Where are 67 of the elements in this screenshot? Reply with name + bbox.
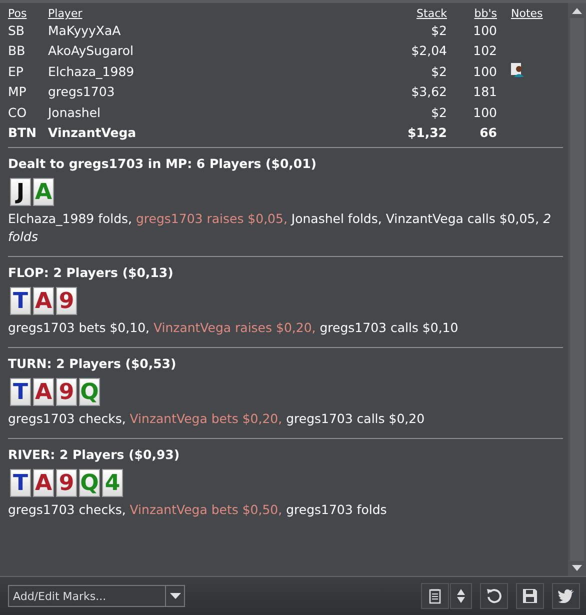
action-line: gregs1703 checks, VinzantVega bets $0,20, gregs1703 calls $0,20 xyxy=(8,410,426,428)
player-name: Elchaza_1989 xyxy=(48,64,134,79)
playing-card: 9 xyxy=(56,469,77,497)
action-line: gregs1703 bets $0,10, VinzantVega raises $0,20, gregs1703 calls $0,10 xyxy=(8,319,460,337)
column-header[interactable]: bb's xyxy=(474,7,497,20)
playing-card: Q xyxy=(79,378,100,406)
up-down-icon xyxy=(457,589,465,603)
playing-card: T xyxy=(10,469,31,497)
playing-card: 9 xyxy=(56,378,77,406)
position-label: CO xyxy=(8,104,27,120)
big-blinds-count: 102 xyxy=(473,43,497,58)
player-name: gregs1703 xyxy=(48,84,115,100)
playing-card: 9 xyxy=(56,287,77,315)
action-line: gregs1703 checks, VinzantVega bets $0,50, gregs1703 folds xyxy=(8,501,388,519)
position-label: BTN xyxy=(8,125,37,140)
scrollbar[interactable] xyxy=(568,3,586,576)
stack-amount: $2 xyxy=(431,104,447,120)
column-header[interactable]: Pos xyxy=(8,7,27,20)
playing-card: A xyxy=(33,178,54,206)
scroll-down-icon[interactable] xyxy=(572,565,582,571)
big-blinds-count: 100 xyxy=(473,104,497,120)
column-header[interactable]: Notes xyxy=(511,7,543,20)
playing-card: A xyxy=(33,287,54,315)
note-person-icon[interactable] xyxy=(511,62,525,77)
street-heading: FLOP: 2 Players ($0,13) xyxy=(8,265,174,280)
caret-icon xyxy=(170,593,180,599)
marks-field[interactable]: Add/Edit Marks... xyxy=(9,586,165,606)
playing-card: A xyxy=(33,378,54,406)
player-name: MaKyyyXaA xyxy=(48,22,121,38)
action-line: Elchaza_1989 folds, gregs1703 raises $0,05, Jonashel folds, VinzantVega calls $0,05, 2 folds xyxy=(8,210,552,246)
bird-icon xyxy=(558,589,574,603)
position-label: BB xyxy=(8,43,26,58)
street-heading: TURN: 2 Players ($0,53) xyxy=(8,356,178,371)
position-label: MP xyxy=(8,84,26,100)
player-name: AkoAySugarol xyxy=(48,43,134,58)
scroll-up-icon[interactable] xyxy=(572,8,582,14)
notepad-icon xyxy=(429,588,441,604)
playing-card: Q xyxy=(79,469,100,497)
playing-card: A xyxy=(33,469,54,497)
position-label: EP xyxy=(8,64,24,79)
marks-dropdown[interactable]: Add/Edit Marks... xyxy=(8,585,185,607)
big-blinds-count: 100 xyxy=(473,22,497,38)
stack-amount: $1,32 xyxy=(407,125,447,140)
stack-amount: $2 xyxy=(431,22,447,38)
refresh-icon xyxy=(486,588,502,604)
refresh-button[interactable] xyxy=(480,583,508,609)
notepad-button[interactable] xyxy=(421,583,449,609)
big-blinds-count: 100 xyxy=(473,64,497,79)
playing-card: J xyxy=(10,178,31,206)
street-heading: RIVER: 2 Players ($0,93) xyxy=(8,447,181,462)
big-blinds-count: 66 xyxy=(480,125,497,140)
playing-card: T xyxy=(10,287,31,315)
sort-button[interactable] xyxy=(450,583,472,609)
player-name: Jonashel xyxy=(48,104,101,120)
big-blinds-count: 181 xyxy=(473,84,497,100)
stack-amount: $2,04 xyxy=(411,43,447,58)
position-label: SB xyxy=(8,22,25,38)
column-header[interactable]: Stack xyxy=(416,7,447,20)
save-button[interactable] xyxy=(516,583,544,609)
playing-card: 4 xyxy=(102,469,123,497)
playing-card: T xyxy=(10,378,31,406)
player-name: VinzantVega xyxy=(48,125,136,140)
street-heading: Dealt to gregs1703 in MP: 6 Players ($0,01) xyxy=(8,156,318,171)
stack-amount: $2 xyxy=(431,64,447,79)
stack-amount: $3,62 xyxy=(411,84,447,100)
bird-button[interactable] xyxy=(552,583,580,609)
column-header[interactable]: Player xyxy=(48,7,82,20)
